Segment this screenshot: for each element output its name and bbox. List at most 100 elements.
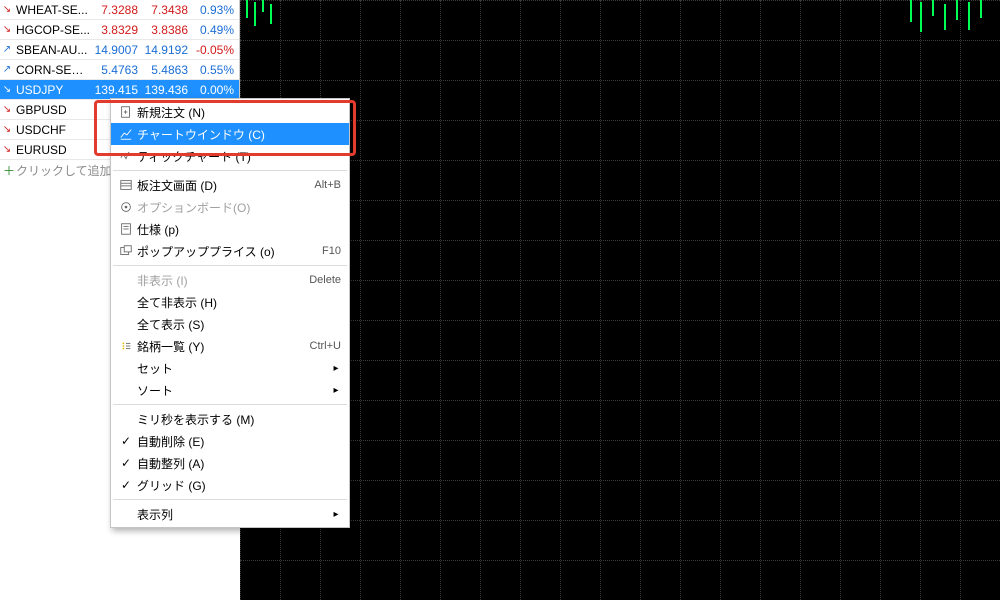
menu-item[interactable]: 仕様 (p) [111,218,349,240]
chart-gridline-v [880,0,881,600]
menu-item[interactable]: ✓自動削除 (E) [111,430,349,452]
chart-area[interactable]: // placeholder — grid drawn below via JS… [240,0,1000,600]
menu-item[interactable]: ティックチャート (T) [111,145,349,167]
trend-up-icon: ↗ [0,60,14,80]
menu-item-label: 自動削除 (E) [137,433,341,450]
chart-gridline-v [400,0,401,600]
chart-gridline-h [240,40,1000,41]
submenu-arrow-icon: ▸ [331,363,341,374]
chart-gridline-h [240,240,1000,241]
ask-price: 7.3438 [140,0,190,20]
chart-gridline-h [240,280,1000,281]
market-watch-row[interactable]: ↗CORN-SEP235.47635.48630.55% [0,60,239,80]
market-watch-row[interactable]: ↘USDJPY139.415139.4360.00% [0,80,239,100]
chart-gridline-v [680,0,681,600]
chart-gridline-h [240,400,1000,401]
spec-icon [115,222,137,236]
menu-item-label: 新規注文 (N) [137,104,341,121]
ask-price: 3.8386 [140,20,190,40]
menu-item-hotkey: Ctrl+U [304,340,341,352]
trend-down-icon: ↘ [0,20,14,40]
change-percent: 0.49% [190,20,238,40]
menu-item[interactable]: ポップアッププライス (o)F10 [111,240,349,262]
menu-item[interactable]: 全て表示 (S) [111,313,349,335]
chart-icon [115,127,137,141]
chart-gridline-h [240,160,1000,161]
menu-item[interactable]: 表示列▸ [111,503,349,525]
menu-item[interactable]: 新規注文 (N) [111,101,349,123]
menu-item: 非表示 (I)Delete [111,269,349,291]
menu-separator [113,499,347,500]
trend-down-icon: ↘ [0,100,14,120]
bid-price: 139.415 [90,80,140,100]
menu-item-label: セット [137,360,331,377]
ask-price: 139.436 [140,80,190,100]
symbol-name: USDCHF [14,120,90,140]
context-menu: 新規注文 (N) チャートウインドウ (C) ティックチャート (T) 板注文画面 (… [110,98,350,528]
market-watch-row[interactable]: ↘WHEAT-SE...7.32887.34380.93% [0,0,239,20]
dom-icon [115,178,137,192]
trend-down-icon: ↘ [0,80,14,100]
menu-item-hotkey: Alt+B [308,179,341,191]
menu-item[interactable]: ミリ秒を表示する (M) [111,408,349,430]
change-percent: 0.93% [190,0,238,20]
symbol-name: EURUSD [14,140,90,160]
market-watch-row[interactable]: ↗SBEAN-AU...14.900714.9192-0.05% [0,40,239,60]
menu-item: オプションボード(O) [111,196,349,218]
menu-item-label: 仕様 (p) [137,221,341,238]
chart-gridline-v [720,0,721,600]
chart-gridline-v [360,0,361,600]
symbol-name: HGCOP-SE... [14,20,90,40]
menu-item-label: 銘柄一覧 (Y) [137,338,304,355]
market-watch-row[interactable]: ↘HGCOP-SE...3.83293.83860.49% [0,20,239,40]
menu-item-label: オプションボード(O) [137,199,341,216]
menu-item-label: 全て表示 (S) [137,316,341,333]
option-icon [115,200,137,214]
symbol-name: SBEAN-AU... [14,40,90,60]
chart-gridline-h [240,120,1000,121]
plus-icon: ＋ [2,162,16,179]
chart-gridline-v [560,0,561,600]
chart-gridline-v [920,0,921,600]
menu-item[interactable]: ✓自動整列 (A) [111,452,349,474]
chart-candle [270,4,272,24]
chart-gridline-v [480,0,481,600]
chart-gridline-h [240,480,1000,481]
chart-gridline-v [960,0,961,600]
menu-separator [113,170,347,171]
chart-gridline-h [240,560,1000,561]
bid-price: 14.9007 [90,40,140,60]
ask-price: 5.4863 [140,60,190,80]
submenu-arrow-icon: ▸ [331,509,341,520]
chart-candle [944,4,946,30]
chart-candle [254,2,256,26]
menu-item-hotkey: Delete [303,274,341,286]
chart-candle [920,2,922,32]
menu-item-label: チャートウインドウ (C) [137,126,341,143]
menu-item[interactable]: 板注文画面 (D)Alt+B [111,174,349,196]
chart-gridline-v [840,0,841,600]
chart-gridline-h [240,520,1000,521]
symbol-name: USDJPY [14,80,90,100]
menu-item[interactable]: セット▸ [111,357,349,379]
menu-item[interactable]: 全て非表示 (H) [111,291,349,313]
add-symbol-label: クリックして追加 [16,162,112,179]
trend-down-icon: ↘ [0,120,14,140]
change-percent: 0.00% [190,80,238,100]
menu-item[interactable]: ✓グリッド (G) [111,474,349,496]
change-percent: 0.55% [190,60,238,80]
chart-gridline-h [240,200,1000,201]
menu-item[interactable]: チャートウインドウ (C) [111,123,349,145]
menu-item[interactable]: 銘柄一覧 (Y)Ctrl+U [111,335,349,357]
tick-icon [115,149,137,163]
doc-plus-icon [115,105,137,119]
menu-item[interactable]: ソート▸ [111,379,349,401]
bid-price: 3.8329 [90,20,140,40]
menu-item-label: グリッド (G) [137,477,341,494]
chart-candle [262,0,264,12]
trend-down-icon: ↘ [0,0,14,20]
bid-price: 5.4763 [90,60,140,80]
chart-candle [956,0,958,20]
chart-gridline-h [240,80,1000,81]
chart-gridline-h [240,440,1000,441]
